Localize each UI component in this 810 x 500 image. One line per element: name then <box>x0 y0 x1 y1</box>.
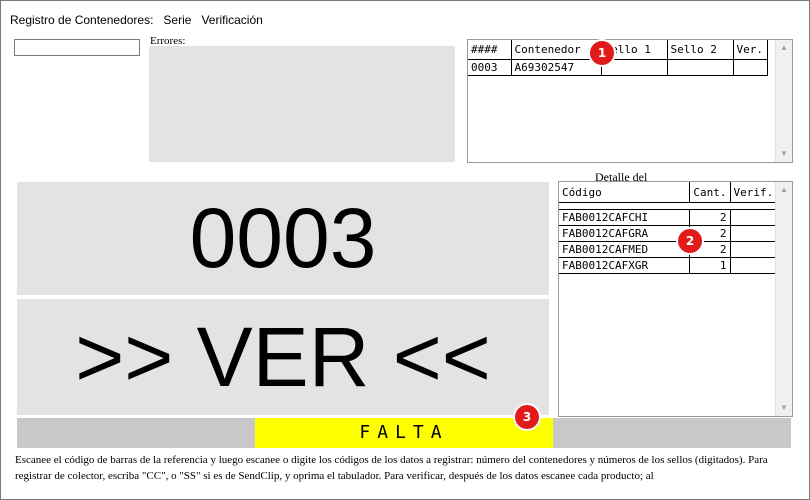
cell-qty[interactable]: 1 <box>689 257 731 274</box>
scroll-down-arrow-icon[interactable]: ▼ <box>776 146 792 162</box>
cell-seal-2[interactable] <box>667 59 734 76</box>
containers-scrollbar[interactable]: ▲ ▼ <box>775 40 792 162</box>
status-message: FALTA <box>255 418 553 448</box>
cell-verified[interactable] <box>733 59 768 76</box>
table-row[interactable]: FAB0012CAFMED 2 <box>559 241 778 258</box>
cell-qty[interactable]: 2 <box>689 209 731 226</box>
scroll-up-arrow-icon[interactable]: ▲ <box>776 40 792 56</box>
col-header-container[interactable]: Contenedor <box>511 40 602 60</box>
scroll-up-arrow-icon[interactable]: ▲ <box>776 182 792 198</box>
containers-grid[interactable]: #### Contenedor Sello 1 Sello 2 Ver. 000… <box>467 39 793 163</box>
annotation-marker-3: 3 <box>515 405 539 429</box>
col-header-number[interactable]: #### <box>468 40 512 60</box>
menu-serie[interactable]: Serie <box>158 11 196 29</box>
cell-verif[interactable] <box>730 241 778 258</box>
cell-code[interactable]: FAB0012CAFGRA <box>559 225 690 242</box>
cell-number[interactable]: 0003 <box>468 59 512 76</box>
table-row[interactable]: FAB0012CAFCHI 2 <box>559 209 778 226</box>
menu-verificacion[interactable]: Verificación <box>196 11 267 29</box>
detail-grid[interactable]: Código Cant. Verif. FAB0012CAFCHI 2 FAB0… <box>558 181 793 417</box>
table-row[interactable]: FAB0012CAFGRA 2 <box>559 225 778 242</box>
cell-code[interactable]: FAB0012CAFXGR <box>559 257 690 274</box>
table-row[interactable]: 0003 A69302547 <box>468 59 768 76</box>
cell-code[interactable]: FAB0012CAFMED <box>559 241 690 258</box>
instructions-text: Escanee el código de barras de la refere… <box>15 454 768 482</box>
menu-registro-contenedores[interactable]: Registro de Contenedores: <box>5 11 158 29</box>
container-number-display: 0003 <box>17 182 549 295</box>
col-header-verified[interactable]: Ver. <box>733 40 768 60</box>
action-message-display: >> VER << <box>17 299 549 415</box>
scan-input[interactable] <box>14 39 140 56</box>
app-window: Registro de Contenedores: Serie Verifica… <box>0 0 810 500</box>
annotation-marker-1: 1 <box>590 41 614 65</box>
containers-header-row: #### Contenedor Sello 1 Sello 2 Ver. <box>468 40 768 60</box>
detail-scrollbar[interactable]: ▲ ▼ <box>775 182 792 416</box>
cell-verif[interactable] <box>730 257 778 274</box>
errors-box <box>149 46 455 162</box>
col-header-code[interactable]: Código <box>559 182 690 203</box>
detail-spacer <box>559 202 778 210</box>
col-header-verif[interactable]: Verif. <box>730 182 778 203</box>
col-header-seal-2[interactable]: Sello 2 <box>667 40 734 60</box>
detail-table: Código Cant. Verif. FAB0012CAFCHI 2 FAB0… <box>559 182 778 274</box>
annotation-marker-2: 2 <box>678 229 702 253</box>
cell-seal-1[interactable] <box>601 59 668 76</box>
status-bar: FALTA <box>17 418 791 448</box>
scroll-down-arrow-icon[interactable]: ▼ <box>776 400 792 416</box>
cell-container[interactable]: A69302547 <box>511 59 602 76</box>
cell-verif[interactable] <box>730 225 778 242</box>
menu-bar: Registro de Contenedores: Serie Verifica… <box>5 11 268 29</box>
cell-verif[interactable] <box>730 209 778 226</box>
col-header-qty[interactable]: Cant. <box>689 182 731 203</box>
containers-table: #### Contenedor Sello 1 Sello 2 Ver. 000… <box>468 40 768 76</box>
detail-header-row: Código Cant. Verif. <box>559 182 778 203</box>
cell-code[interactable]: FAB0012CAFCHI <box>559 209 690 226</box>
table-row[interactable]: FAB0012CAFXGR 1 <box>559 257 778 274</box>
